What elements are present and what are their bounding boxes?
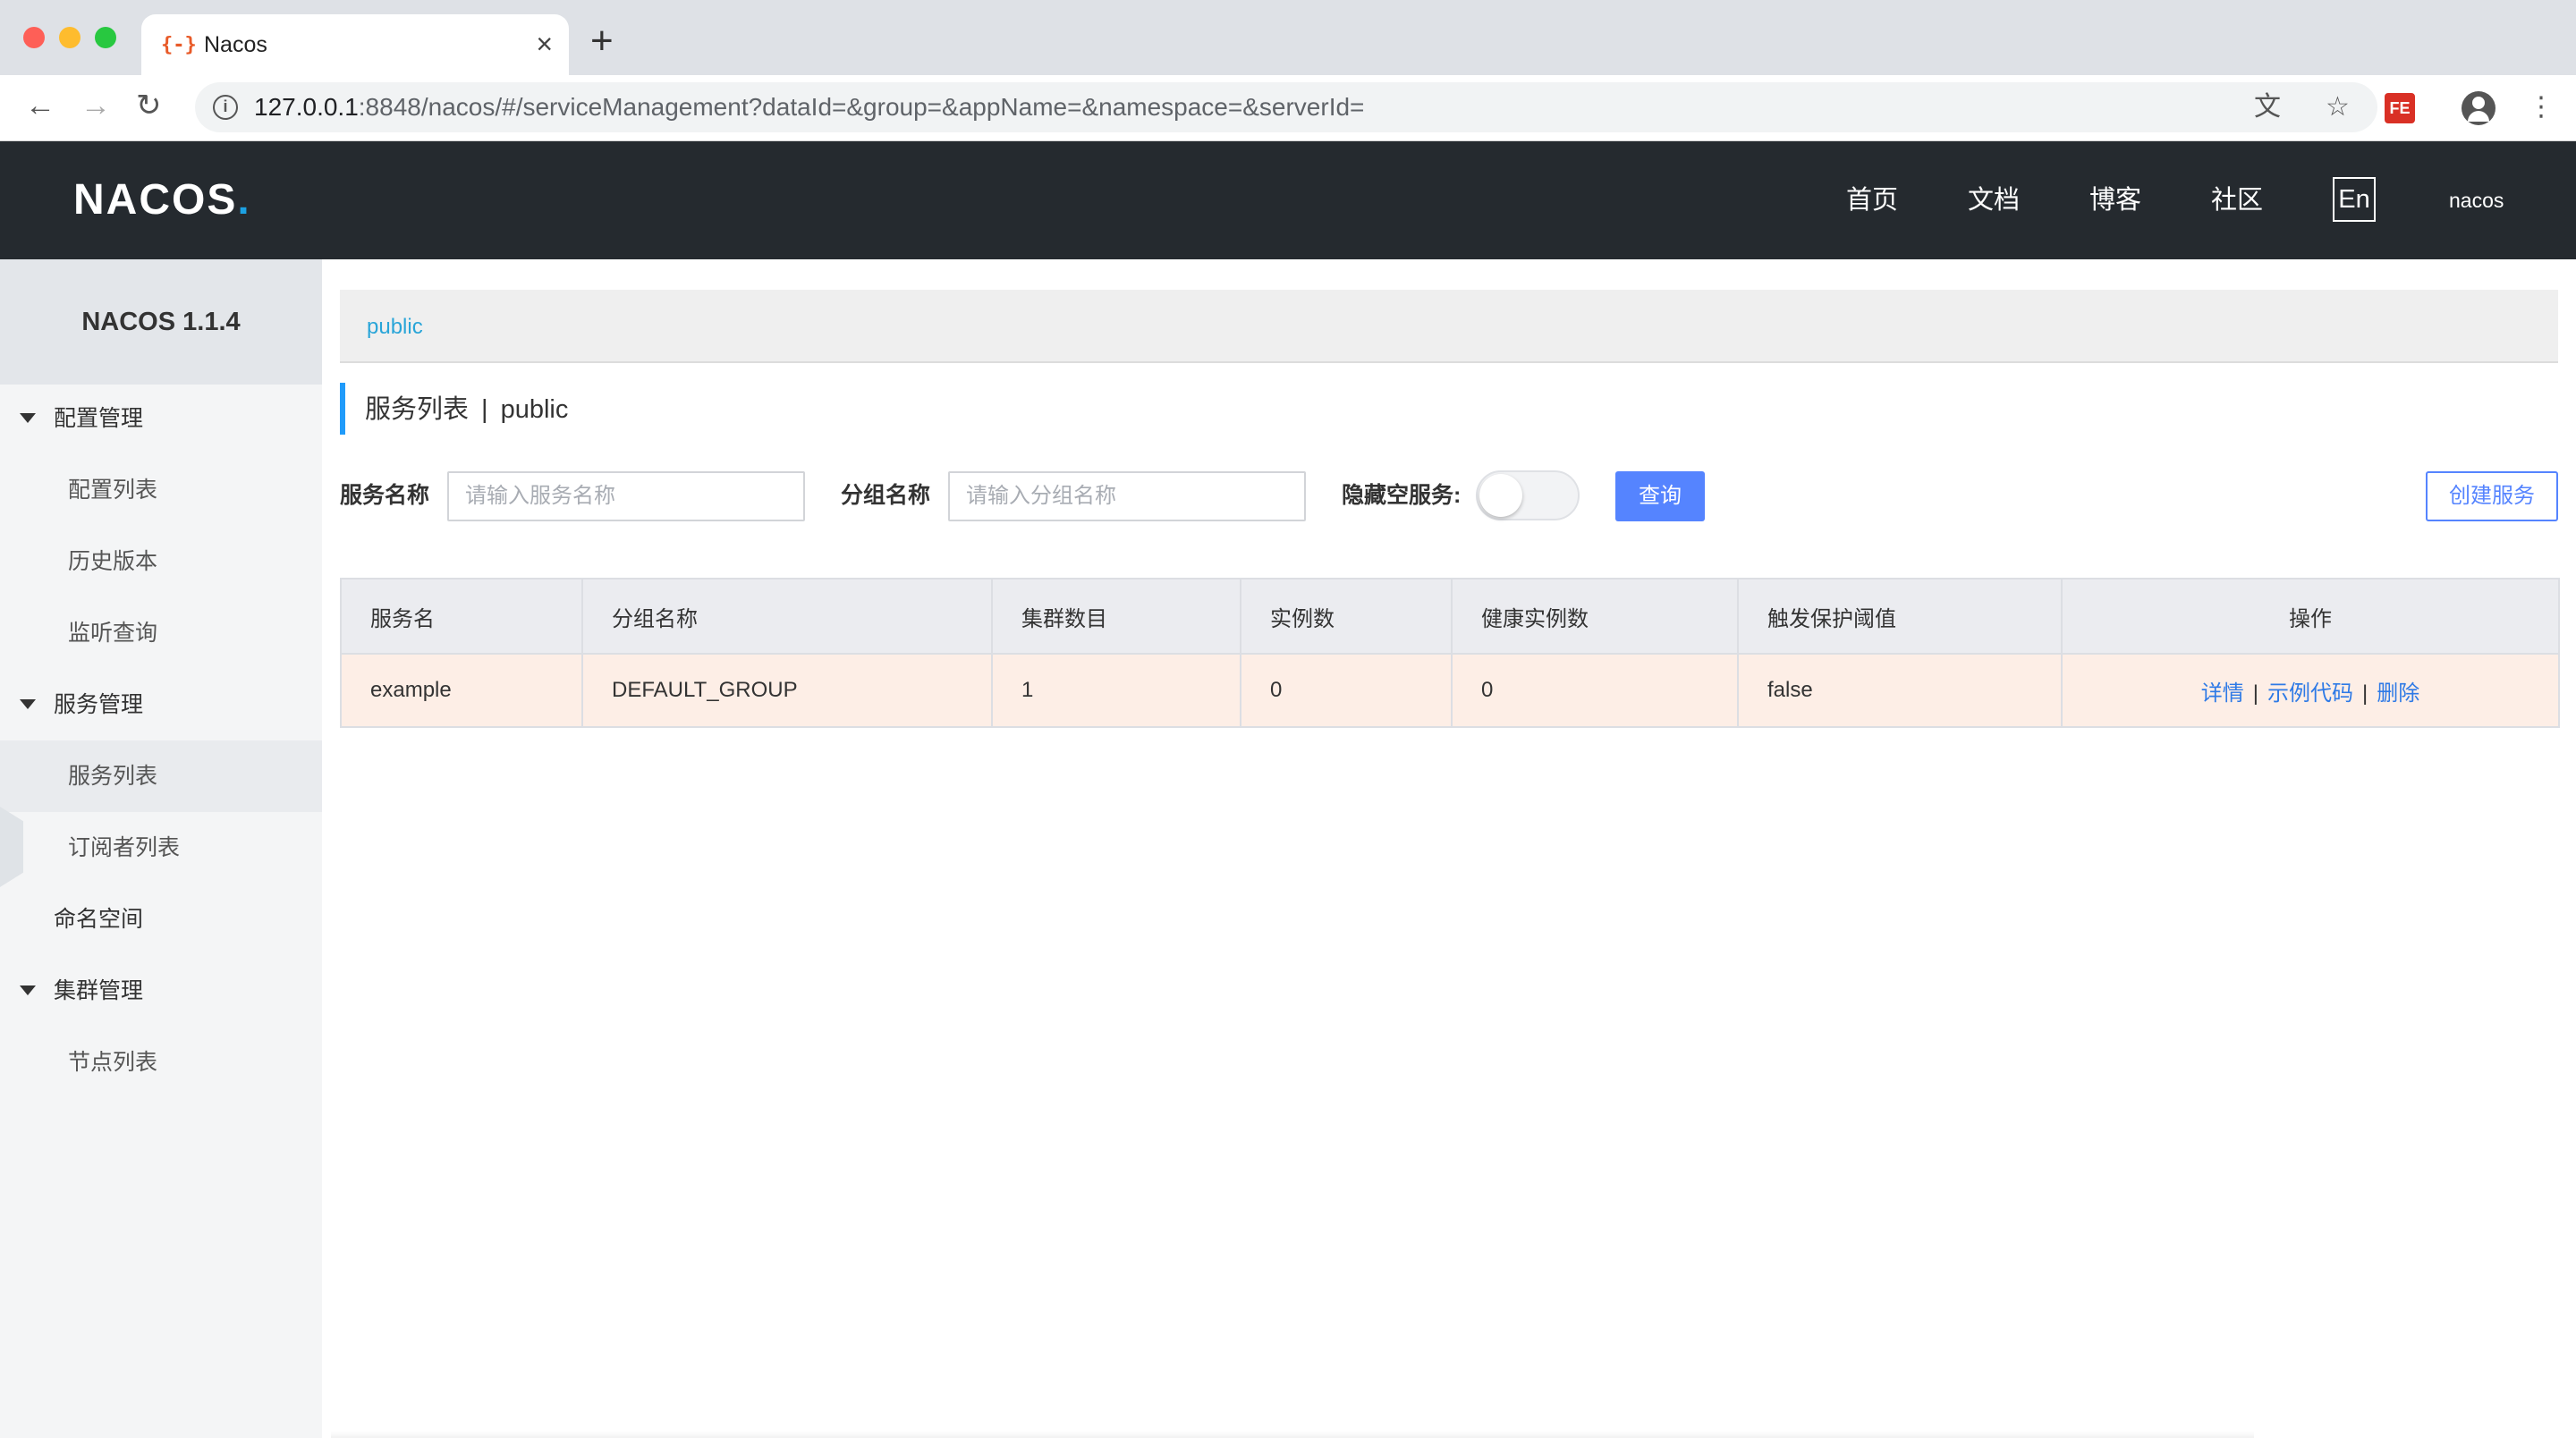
page-title: 服务列表 | public xyxy=(365,395,569,424)
sidebar-item-namespace[interactable]: 命名空间 xyxy=(0,884,322,955)
column-header-service: 服务名 xyxy=(340,578,583,655)
site-info-icon[interactable]: i xyxy=(213,95,238,120)
group-name-label: 分组名称 xyxy=(841,483,931,508)
sidebar-group-label: 服务管理 xyxy=(54,692,144,717)
bookmark-star-icon[interactable]: ☆ xyxy=(2326,91,2350,123)
forward-arrow-icon[interactable]: → xyxy=(80,88,111,123)
translate-icon[interactable]: 文 xyxy=(2254,91,2281,123)
browser-tab-bar: {-} Nacos × + xyxy=(0,0,2576,75)
page-heading: 服务列表 | public xyxy=(340,383,568,435)
sidebar-item-label: 服务列表 xyxy=(68,764,158,789)
op-separator: | xyxy=(2252,681,2258,706)
caret-down-icon xyxy=(20,413,36,423)
sidebar: NACOS 1.1.4 配置管理 配置列表 历史版本 监听查询 服务管理 服务列… xyxy=(0,259,322,1438)
nacos-logo[interactable]: NACOS. xyxy=(73,175,251,225)
browser-tab[interactable]: {-} Nacos × xyxy=(141,14,569,75)
sample-code-link[interactable]: 示例代码 xyxy=(2267,681,2353,706)
close-tab-icon[interactable]: × xyxy=(536,28,553,60)
nav-docs[interactable]: 文档 xyxy=(1968,182,2020,218)
close-window-button[interactable] xyxy=(23,27,45,48)
namespace-bar: public xyxy=(340,290,2558,363)
nav-community[interactable]: 社区 xyxy=(2211,182,2263,218)
sidebar-group-config[interactable]: 配置管理 xyxy=(0,383,322,454)
nav-blog[interactable]: 博客 xyxy=(2089,182,2141,218)
cell-group-name: DEFAULT_GROUP xyxy=(581,653,993,728)
profile-avatar-icon[interactable] xyxy=(2462,91,2496,125)
cell-cluster-count: 1 xyxy=(991,653,1241,728)
table-row[interactable]: example DEFAULT_GROUP 1 0 0 false 详情 | 示例代… xyxy=(340,653,2560,728)
tab-title: Nacos xyxy=(204,32,267,57)
user-name[interactable]: nacos xyxy=(2449,186,2504,215)
nav-home[interactable]: 首页 xyxy=(1846,182,1898,218)
column-header-group: 分组名称 xyxy=(581,578,993,655)
cell-protect-threshold: false xyxy=(1737,653,2063,728)
sidebar-item-listener-query[interactable]: 监听查询 xyxy=(0,597,322,669)
table-header-row: 服务名 分组名称 集群数目 实例数 健康实例数 触发保护阈值 操作 xyxy=(340,578,2560,655)
reload-icon[interactable]: ↻ xyxy=(136,88,162,123)
service-name-input[interactable] xyxy=(447,471,805,521)
fe-extension-icon[interactable]: FE xyxy=(2385,93,2415,123)
column-header-operations: 操作 xyxy=(2061,578,2560,655)
cell-operations: 详情 | 示例代码 | 删除 xyxy=(2061,653,2560,728)
sidebar-item-label: 历史版本 xyxy=(68,549,158,574)
sidebar-group-service[interactable]: 服务管理 xyxy=(0,669,322,740)
op-separator: | xyxy=(2362,681,2368,706)
sidebar-item-label: 节点列表 xyxy=(68,1050,158,1075)
version-title: NACOS 1.1.4 xyxy=(81,308,241,336)
sidebar-group-cluster[interactable]: 集群管理 xyxy=(0,955,322,1027)
new-tab-button[interactable]: + xyxy=(590,21,614,61)
service-name-label: 服务名称 xyxy=(340,483,430,508)
detail-link[interactable]: 详情 xyxy=(2201,681,2244,706)
maximize-window-button[interactable] xyxy=(95,27,116,48)
column-header-clusters: 集群数目 xyxy=(991,578,1241,655)
column-header-healthy: 健康实例数 xyxy=(1451,578,1739,655)
hide-empty-toggle[interactable] xyxy=(1476,470,1580,520)
column-header-instances: 实例数 xyxy=(1240,578,1453,655)
delete-link[interactable]: 删除 xyxy=(2377,681,2419,706)
caret-down-icon xyxy=(20,985,36,995)
sidebar-item-config-list[interactable]: 配置列表 xyxy=(0,454,322,526)
app-header: NACOS. 首页 文档 博客 社区 En nacos xyxy=(0,141,2576,259)
sidebar-item-service-list[interactable]: 服务列表 xyxy=(0,740,322,812)
cell-instance-count: 0 xyxy=(1240,653,1453,728)
bottom-shadow xyxy=(331,1431,2254,1438)
sidebar-group-label: 集群管理 xyxy=(54,978,144,1003)
back-arrow-icon[interactable]: ← xyxy=(25,88,55,123)
cell-service-name: example xyxy=(340,653,583,728)
sidebar-item-node-list[interactable]: 节点列表 xyxy=(0,1027,322,1098)
service-table: 服务名 分组名称 集群数目 实例数 健康实例数 触发保护阈值 操作 exampl… xyxy=(340,578,2560,728)
sidebar-item-label: 订阅者列表 xyxy=(68,835,181,860)
sidebar-item-label: 配置列表 xyxy=(68,478,158,503)
address-bar[interactable]: i 127.0.0.1:8848/nacos/#/serviceManageme… xyxy=(195,82,2377,132)
nacos-favicon-icon: {-} xyxy=(161,34,197,56)
cell-healthy-count: 0 xyxy=(1451,653,1739,728)
query-button[interactable]: 查询 xyxy=(1615,471,1705,521)
browser-menu-icon[interactable]: ⋮ xyxy=(2528,89,2555,125)
sidebar-item-label: 命名空间 xyxy=(54,907,144,932)
sidebar-item-label: 监听查询 xyxy=(68,621,158,646)
language-switch-button[interactable]: En xyxy=(2333,177,2376,222)
toggle-knob xyxy=(1479,474,1522,517)
sidebar-item-subscriber-list[interactable]: 订阅者列表 xyxy=(0,812,322,884)
create-service-button[interactable]: 创建服务 xyxy=(2426,471,2558,521)
sidebar-item-history[interactable]: 历史版本 xyxy=(0,526,322,597)
url-text[interactable]: 127.0.0.1:8848/nacos/#/serviceManagement… xyxy=(254,91,1364,123)
hide-empty-label: 隐藏空服务: xyxy=(1342,483,1462,508)
minimize-window-button[interactable] xyxy=(59,27,80,48)
namespace-link-public[interactable]: public xyxy=(367,313,423,342)
column-header-threshold: 触发保护阈值 xyxy=(1737,578,2063,655)
sidebar-group-label: 配置管理 xyxy=(54,406,144,431)
sidebar-header: NACOS 1.1.4 xyxy=(0,259,322,385)
browser-toolbar: ← → ↻ i 127.0.0.1:8848/nacos/#/serviceMa… xyxy=(0,75,2576,141)
group-name-input[interactable] xyxy=(948,471,1306,521)
caret-down-icon xyxy=(20,699,36,709)
